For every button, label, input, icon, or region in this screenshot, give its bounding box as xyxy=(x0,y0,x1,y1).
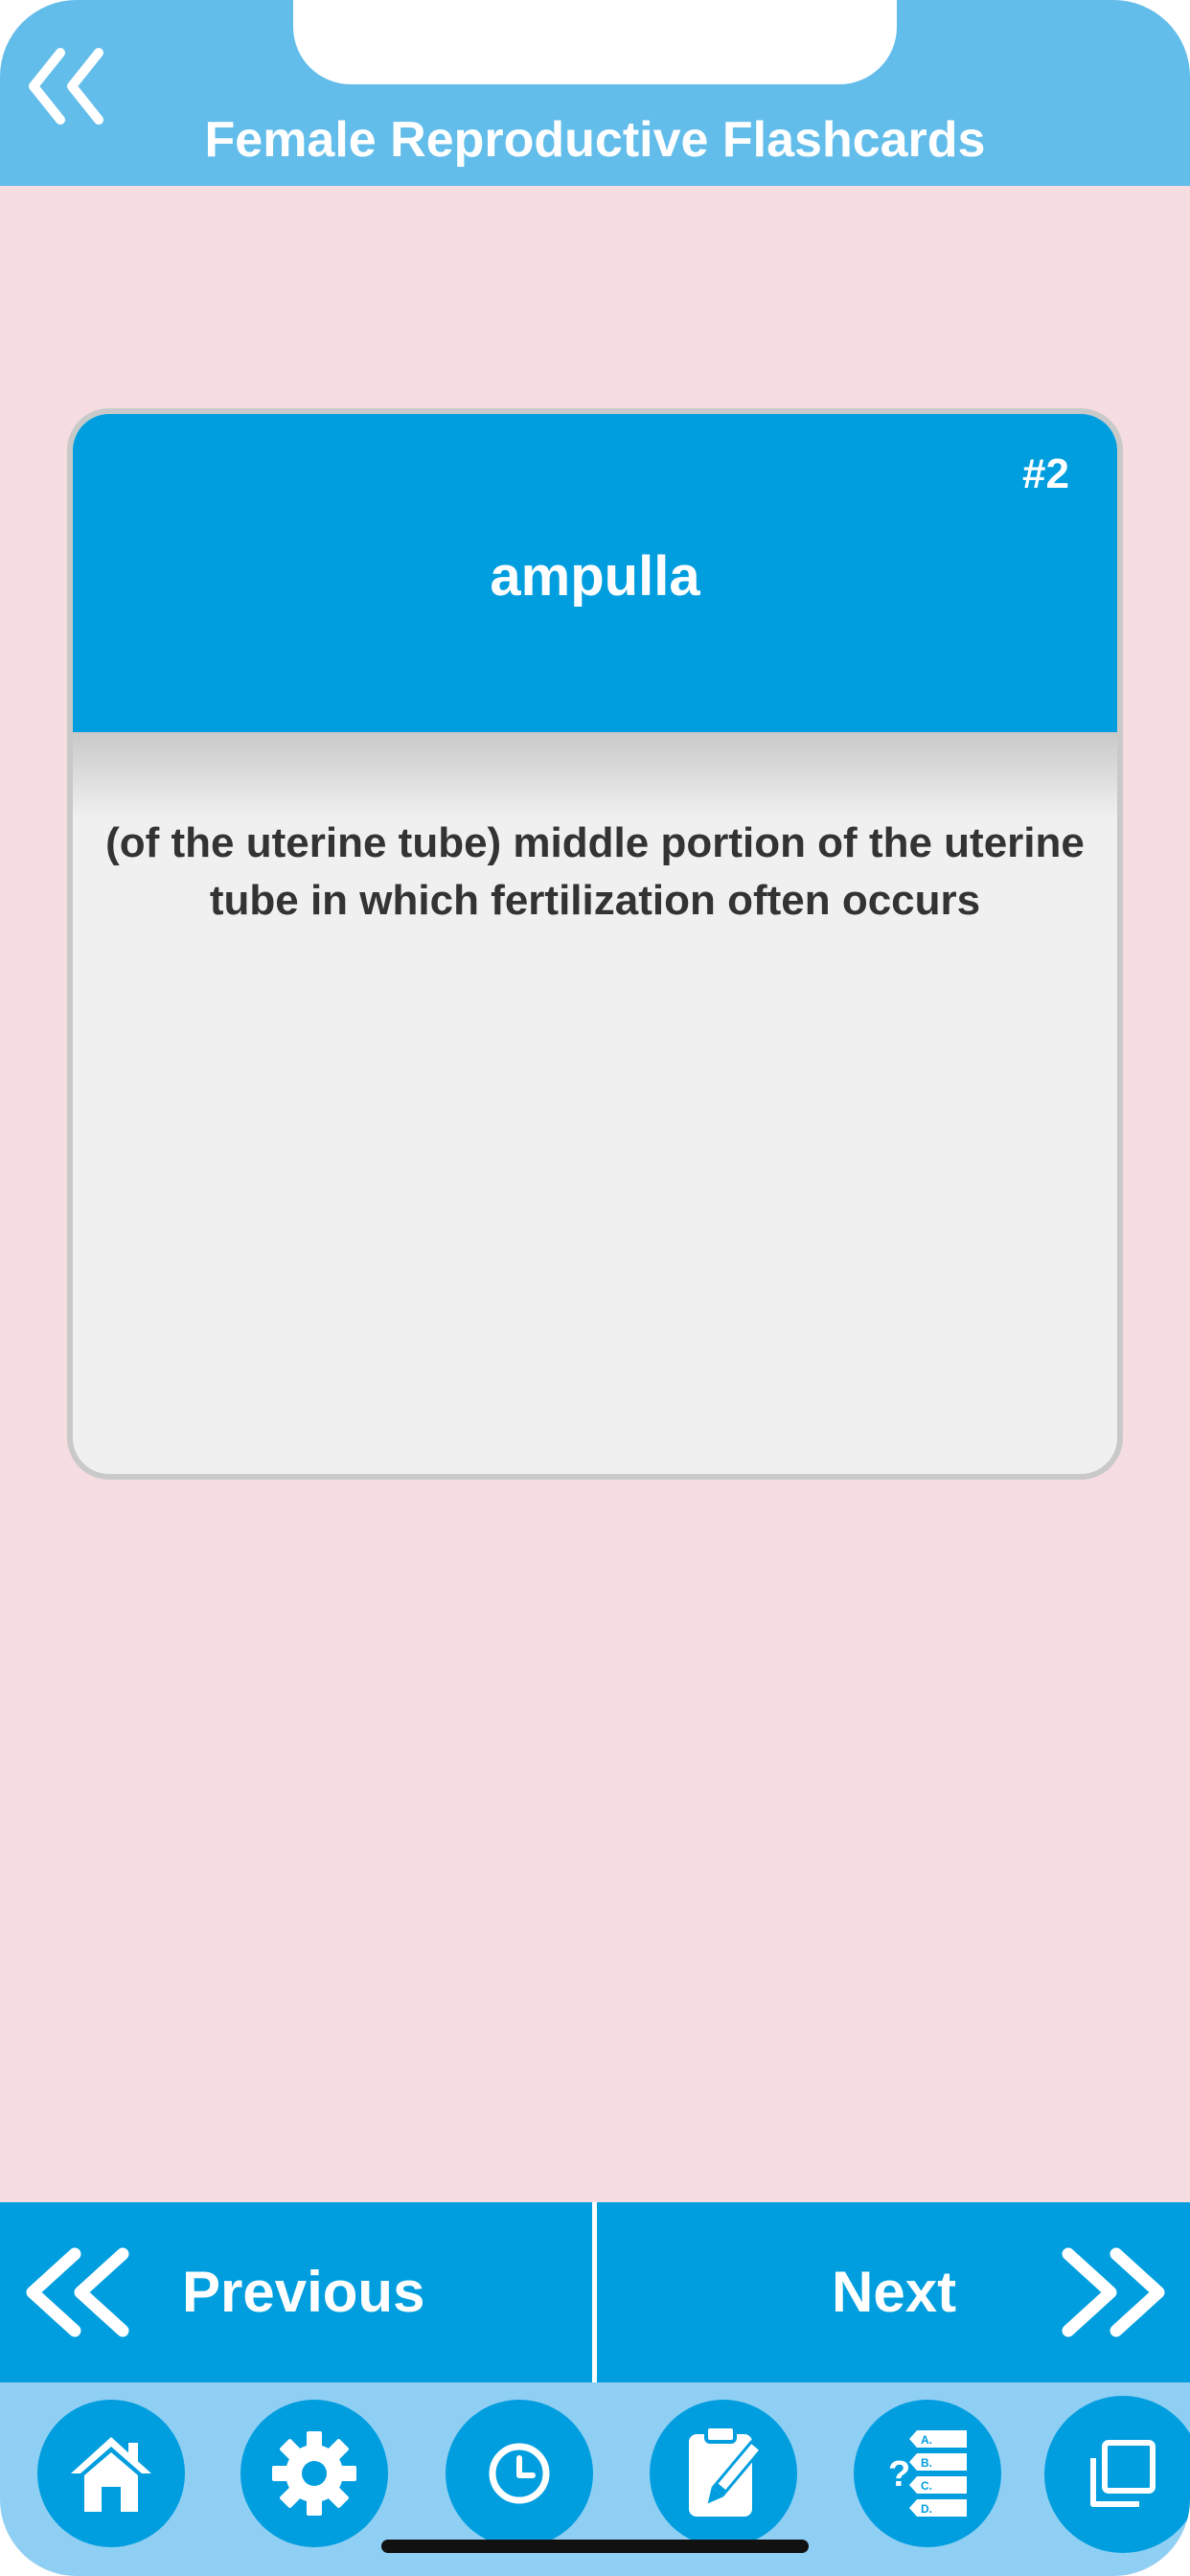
copy-icon xyxy=(1090,2440,1156,2507)
svg-text:D.: D. xyxy=(921,2502,932,2516)
header: Female Reproductive Flashcards xyxy=(0,0,1190,186)
svg-text:A.: A. xyxy=(921,2433,932,2447)
svg-text:B.: B. xyxy=(921,2456,932,2470)
tab-history[interactable] xyxy=(446,2400,593,2547)
previous-label: Previous xyxy=(182,2260,425,2324)
card-term: ampulla xyxy=(490,545,700,608)
clock-icon xyxy=(489,2443,550,2504)
double-chevron-right-icon xyxy=(1062,2247,1165,2337)
tab-settings[interactable] xyxy=(240,2400,388,2547)
tab-notes[interactable] xyxy=(650,2400,797,2547)
double-chevron-left-icon xyxy=(26,2247,129,2337)
svg-text:C.: C. xyxy=(921,2479,932,2493)
flashcard-term-panel: #2 ampulla xyxy=(73,414,1117,732)
previous-button[interactable]: Previous xyxy=(0,2202,592,2382)
flashcard[interactable]: #2 ampulla (of the uterine tube) middle … xyxy=(67,408,1123,1480)
quiz-list-icon: ? A. B. C. D. xyxy=(888,2430,967,2517)
tab-quiz[interactable]: ? A. B. C. D. xyxy=(854,2400,1001,2547)
card-number: #2 xyxy=(1022,450,1069,497)
device-notch xyxy=(293,0,897,84)
gear-icon xyxy=(272,2431,356,2516)
clipboard-edit-icon xyxy=(689,2425,764,2517)
page-title: Female Reproductive Flashcards xyxy=(204,112,986,168)
card-divider-shadow xyxy=(73,732,1117,818)
svg-text:?: ? xyxy=(888,2454,910,2495)
home-indicator[interactable] xyxy=(381,2540,809,2553)
tab-home[interactable] xyxy=(37,2400,185,2547)
next-button[interactable]: Next xyxy=(597,2202,1190,2382)
card-definition: (of the uterine tube) middle portion of … xyxy=(105,819,1085,924)
tab-cards[interactable] xyxy=(1044,2396,1190,2553)
home-icon xyxy=(71,2437,151,2512)
card-navigation: Previous Next xyxy=(0,2202,1190,2382)
next-label: Next xyxy=(832,2260,957,2324)
flashcard-screen: Female Reproductive Flashcards #2 ampull… xyxy=(0,0,1190,2576)
